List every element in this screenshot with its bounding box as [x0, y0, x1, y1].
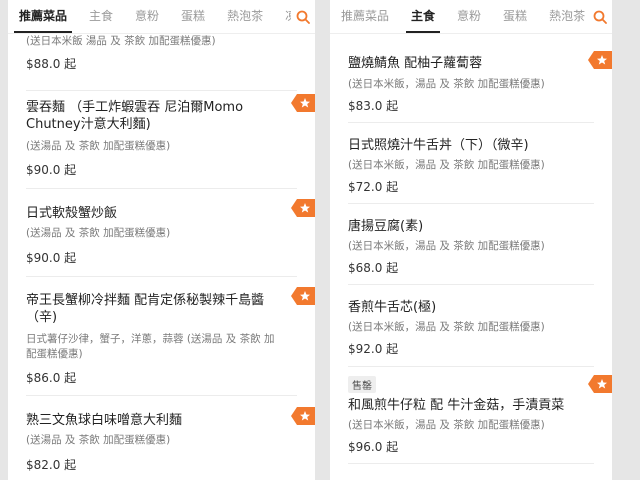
divider	[348, 284, 594, 285]
tab-pasta[interactable]: 意粉	[124, 0, 170, 33]
recommended-badge-icon	[291, 199, 315, 217]
recommended-badge-icon	[588, 51, 612, 69]
item-name: 雲吞麵 （手工炸蝦雲吞 尼泊爾Momo Chutney汁意大利麵)	[26, 100, 244, 132]
item-description: (送湯品 及 茶飲 加配蛋糕優惠)	[26, 227, 171, 239]
item-price: $82.0 起	[26, 458, 77, 472]
sold-out-badge: 售罄	[348, 376, 376, 393]
recommended-badge-icon	[291, 94, 315, 112]
item-description: 日式薯仔沙律，蟹子，洋蔥，蒜蓉 (送湯品 及 茶飲 加配蛋糕優惠)	[26, 333, 275, 360]
item-price: $83.0 起	[348, 99, 399, 113]
item-description: (送日本米飯，湯品 及 茶飲 加配蛋糕優惠)	[348, 159, 545, 171]
item-name: 熟三文魚球白味噌意大利麵	[26, 413, 183, 428]
tab-cake[interactable]: 蛋糕	[492, 0, 538, 33]
item-description: (送日本米飯，湯品 及 茶飲 加配蛋糕優惠)	[348, 240, 545, 252]
item-name: 唐揚豆腐(素)	[348, 219, 424, 234]
search-button[interactable]	[588, 0, 612, 33]
item-price: $86.0 起	[26, 371, 77, 385]
divider	[348, 203, 594, 204]
item-price: $92.0 起	[348, 342, 399, 356]
right-menu-panel: 鹽燒鯖魚 配柚子蘿蔔蓉 (送日本米飯，湯品 及 茶飲 加配蛋糕優惠) $83.0…	[330, 0, 612, 480]
category-tabs: 推薦菜品 主食 意粉 蛋糕 熱泡茶 凍	[8, 0, 315, 34]
recommended-badge-icon	[291, 287, 315, 305]
item-description: (送湯品 及 茶飲 加配蛋糕優惠)	[26, 434, 171, 446]
item-price: $68.0 起	[348, 261, 399, 275]
search-button[interactable]	[291, 0, 315, 33]
divider	[348, 122, 594, 123]
tab-main-course[interactable]: 主食	[400, 0, 446, 33]
item-name: 帝王長蟹柳冷拌麵 配肯定係秘製辣千島醬（辛)	[26, 293, 265, 325]
search-icon	[296, 10, 310, 24]
divider	[348, 366, 594, 367]
left-menu-panel: (送日本米飯 湯品 及 茶飲 加配蛋糕優惠) $88.0 起 雲吞麵 （手工炸蝦…	[8, 0, 315, 480]
tab-recommended[interactable]: 推薦菜品	[330, 0, 400, 33]
item-name: 鹽燒鯖魚 配柚子蘿蔔蓉	[348, 56, 483, 71]
item-name: 香煎牛舌芯(極)	[348, 300, 437, 315]
tab-main-course[interactable]: 主食	[78, 0, 124, 33]
item-name: 日式軟殼蟹炒飯	[26, 206, 118, 221]
divider	[26, 188, 297, 189]
category-tabs: 推薦菜品 主食 意粉 蛋糕 熱泡茶 凍	[330, 0, 612, 34]
tab-recommended[interactable]: 推薦菜品	[8, 0, 78, 33]
divider	[348, 463, 594, 464]
item-description: (送日本米飯，湯品 及 茶飲 加配蛋糕優惠)	[348, 78, 545, 90]
recommended-badge-icon	[588, 375, 612, 393]
item-description: (送湯品 及 茶飲 加配蛋糕優惠)	[26, 140, 171, 152]
item-description: (送日本米飯，湯品 及 茶飲 加配蛋糕優惠)	[348, 419, 545, 431]
divider	[26, 90, 297, 91]
search-icon	[593, 10, 607, 24]
item-description: (送日本米飯，湯品 及 茶飲 加配蛋糕優惠)	[348, 321, 545, 333]
divider	[26, 395, 297, 396]
item-name: 和風煎牛仔粒 配 牛汁金菇，手漬貢菜	[348, 398, 565, 413]
divider	[26, 276, 297, 277]
item-price: $90.0 起	[26, 163, 77, 177]
item-price: $88.0 起	[26, 57, 77, 71]
item-name: 日式照燒汁牛舌丼（下）（微辛)	[348, 138, 529, 153]
item-description: (送日本米飯 湯品 及 茶飲 加配蛋糕優惠)	[26, 35, 216, 47]
tab-hot-tea[interactable]: 熱泡茶	[216, 0, 274, 33]
tab-pasta[interactable]: 意粉	[446, 0, 492, 33]
recommended-badge-icon	[291, 407, 315, 425]
item-price: $96.0 起	[348, 440, 399, 454]
item-price: $72.0 起	[348, 180, 399, 194]
tab-cake[interactable]: 蛋糕	[170, 0, 216, 33]
item-price: $90.0 起	[26, 251, 77, 265]
